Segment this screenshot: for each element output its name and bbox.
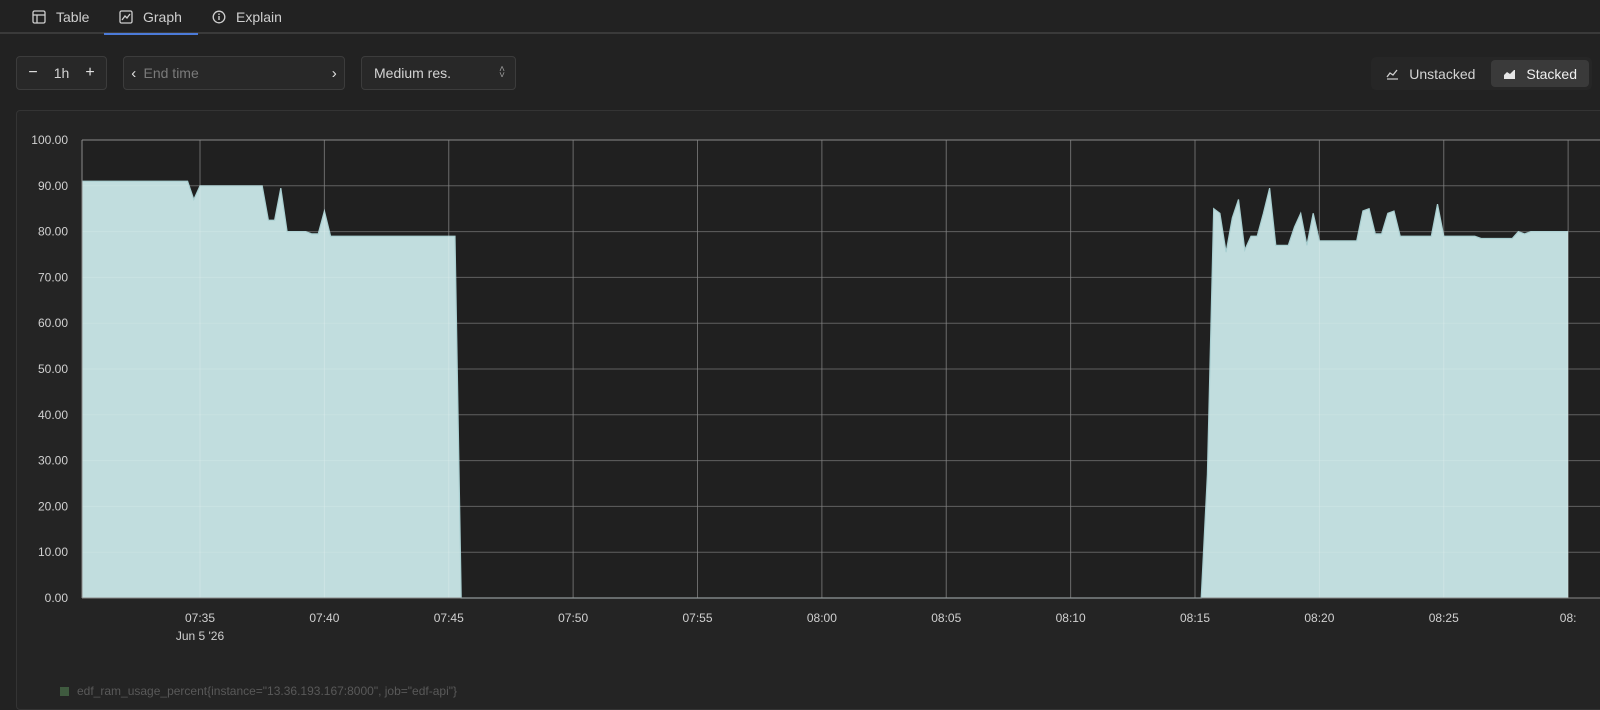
y-tick-label: 60.00 (38, 316, 68, 330)
chevron-right-icon: › (331, 64, 337, 82)
line-chart-icon (1386, 69, 1399, 80)
y-tick-label: 40.00 (38, 408, 68, 422)
stacked-button[interactable]: Stacked (1491, 60, 1589, 87)
chevron-left-icon: ‹ (131, 64, 137, 82)
ram-usage-chart[interactable]: 0.00 10.00 20.00 30.00 40.00 50.00 60.00 70.00 8… (17, 111, 1600, 671)
y-tick-label: 70.00 (38, 270, 68, 284)
x-tick-label: 07:45 (434, 611, 464, 625)
tab-table[interactable]: Table (32, 0, 89, 34)
info-icon (212, 10, 226, 24)
decrease-range-button[interactable]: − (17, 57, 49, 89)
legend-swatch (60, 686, 69, 696)
chart-legend[interactable]: edf_ram_usage_percent{instance="13.36.19… (60, 684, 457, 698)
increase-range-button[interactable]: + (74, 57, 106, 89)
legend-label: edf_ram_usage_percent{instance="13.36.19… (77, 684, 457, 698)
table-icon (32, 10, 46, 24)
x-tick-label: 08:00 (807, 611, 837, 625)
x-tick-label: 08:25 (1429, 611, 1459, 625)
x-date-label: Jun 5 '26 (176, 629, 225, 643)
unstacked-label: Unstacked (1409, 65, 1476, 82)
end-time-control: ‹ › (123, 56, 345, 90)
y-tick-label: 100.00 (31, 133, 68, 147)
range-value[interactable]: 1h (49, 65, 74, 81)
stack-toggle-group: Unstacked Stacked (1371, 57, 1592, 90)
end-time-input[interactable] (143, 65, 325, 81)
chevron-updown-icon: ˄ ˅ (499, 64, 505, 81)
unstacked-button[interactable]: Unstacked (1374, 60, 1487, 87)
x-tick-label: 07:50 (558, 611, 588, 625)
graph-panel: 0.00 10.00 20.00 30.00 40.00 50.00 60.00 70.00 8… (16, 110, 1600, 710)
x-tick-label: 08:10 (1056, 611, 1086, 625)
plus-icon: + (85, 64, 95, 81)
resolution-select[interactable]: Medium res. ˄ ˅ (361, 56, 516, 90)
view-tabs: Table Graph Explain (0, 0, 1600, 35)
y-tick-label: 50.00 (38, 362, 68, 376)
x-tick-label: 07:35 (185, 611, 215, 625)
stacked-label: Stacked (1526, 65, 1577, 82)
end-time-forward-button[interactable]: › (325, 57, 345, 89)
tab-graph[interactable]: Graph (104, 0, 198, 35)
range-control: − 1h + (16, 56, 107, 90)
x-tick-label: 08:20 (1304, 611, 1334, 625)
area-chart-icon (1504, 69, 1516, 79)
x-tick-label: 08: (1560, 611, 1577, 625)
x-tick-label: 07:55 (682, 611, 712, 625)
end-time-back-button[interactable]: ‹ (124, 57, 144, 89)
x-tick-label: 07:40 (309, 611, 339, 625)
tab-table-label: Table (56, 9, 90, 25)
y-tick-label: 10.00 (38, 545, 68, 559)
minus-icon: − (28, 64, 38, 81)
y-tick-label: 20.00 (38, 499, 68, 513)
y-tick-label: 90.00 (38, 179, 68, 193)
y-tick-label: 30.00 (38, 454, 68, 468)
y-tick-label: 80.00 (38, 225, 68, 239)
x-tick-label: 08:05 (931, 611, 961, 625)
y-tick-label: 0.00 (45, 591, 69, 605)
resolution-value: Medium res. (374, 65, 452, 81)
tab-explain[interactable]: Explain (212, 0, 282, 34)
tab-graph-label: Graph (143, 8, 182, 25)
tab-explain-label: Explain (236, 9, 282, 25)
graph-icon (119, 9, 133, 24)
x-tick-label: 08:15 (1180, 611, 1210, 625)
